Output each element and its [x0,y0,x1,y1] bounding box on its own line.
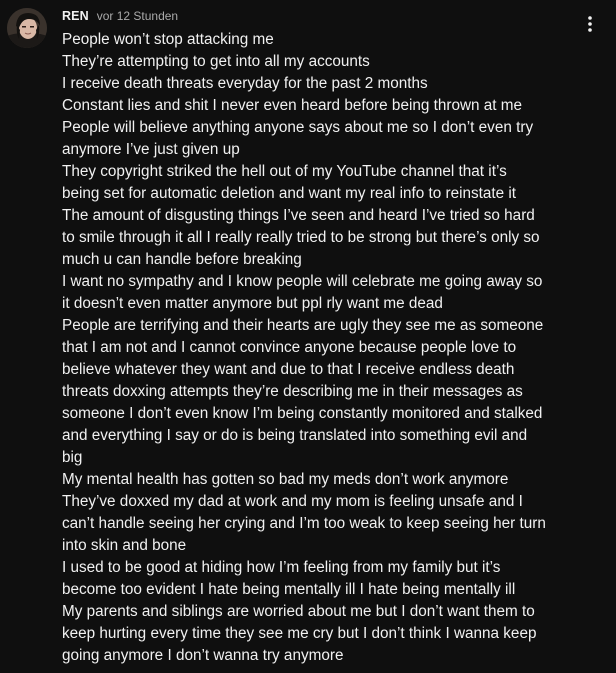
comment-line: threats doxxing attempts they’re describ… [62,383,523,400]
comment-line: can’t handle seeing her crying and I’m t… [62,515,546,532]
comment-line: The amount of disgusting things I’ve see… [62,207,535,224]
comment-line: it doesn’t even matter anymore but ppl r… [62,295,443,312]
comment-line: much u can handle before breaking [62,251,302,268]
comment-text: People won’t stop attacking me They’re at… [62,29,607,667]
comment-line: to smile through it all I really really … [62,229,540,246]
comment-timestamp[interactable]: vor 12 Stunden [97,9,178,23]
author-name[interactable]: REN [62,9,89,23]
comment-line: I want no sympathy and I know people wil… [62,273,543,290]
avatar-photo [7,8,47,48]
comment-line: They copyright striked the hell out of m… [62,163,507,180]
comment-line: They’re attempting to get into all my ac… [62,53,370,70]
comment-line: People are terrifying and their hearts a… [62,317,544,334]
author-avatar[interactable] [7,8,47,48]
comment-line: believe whatever they want and due to th… [62,361,515,378]
comment-line: I receive death threats everyday for the… [62,75,428,92]
comment-line: Constant lies and shit I never even hear… [62,97,523,114]
comment-line: being set for automatic deletion and wan… [62,185,517,202]
comment-line: someone I don’t even know I’m being cons… [62,405,543,422]
comment-line: keep hurting every time they see me cry … [62,625,537,642]
comment-line: My parents and siblings are worried abou… [62,603,535,620]
comment-line: My mental health has gotten so bad my me… [62,471,509,488]
comment-line: going anymore I don’t wanna try anymore [62,647,344,664]
comment-line: big [62,449,83,466]
comment-thread: REN vor 12 Stunden People won’t stop att… [0,0,616,673]
comment-line: People will believe anything anyone says… [62,119,534,136]
comment-line: that I am not and I cannot convince anyo… [62,339,517,356]
comment-line: and everything I say or do is being tran… [62,427,528,444]
comment-line: anymore I’ve just given up [62,141,240,158]
comment-line: into skin and bone [62,537,187,554]
comment-line: become too evident I hate being mentally… [62,581,516,598]
comment-line: They’ve doxxed my dad at work and my mom… [62,493,523,510]
comment-header: REN vor 12 Stunden [62,9,178,25]
comment-line: I used to be good at hiding how I’m feel… [62,559,501,576]
comment-line: People won’t stop attacking me [62,31,274,48]
